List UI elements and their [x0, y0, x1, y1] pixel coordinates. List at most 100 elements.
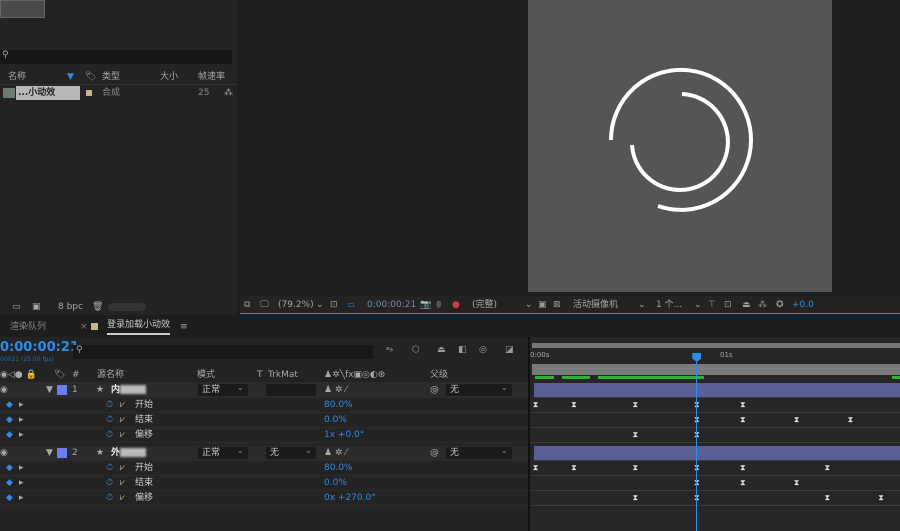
- tab-composition[interactable]: 登录加载小动效: [107, 318, 171, 335]
- comp-canvas[interactable]: [528, 0, 832, 292]
- col-parent[interactable]: 父级: [430, 368, 448, 383]
- region-icon[interactable]: ⊡: [330, 296, 338, 314]
- keyframe-icon[interactable]: ⧗: [532, 401, 539, 409]
- panel-menu-icon[interactable]: ≡: [180, 318, 188, 336]
- stopwatch-icon[interactable]: ⏱: [106, 413, 113, 428]
- expand-triangle-icon[interactable]: ▸: [19, 428, 24, 443]
- work-area-bar[interactable]: [532, 364, 900, 375]
- keyframe-icon[interactable]: ⧗: [739, 464, 746, 472]
- project-item[interactable]: ...小动效 合成 25 ⁂: [0, 86, 237, 100]
- graph-icon[interactable]: ⩗: [120, 461, 125, 476]
- stopwatch-icon[interactable]: ⏱: [106, 398, 113, 413]
- monitor-icon[interactable]: 🖵: [260, 296, 269, 314]
- chevron-down-icon[interactable]: ⌄: [638, 296, 646, 314]
- layer-duration-bar[interactable]: [534, 446, 900, 461]
- mask-toggle-icon[interactable]: ⏢: [348, 296, 355, 314]
- property-value[interactable]: 0x +270.0°: [324, 491, 376, 506]
- graph-icon[interactable]: ⩗: [120, 476, 125, 491]
- trkmat-dropdown[interactable]: 无: [266, 445, 316, 459]
- property-row[interactable]: ◆ ▸ ⏱ ⩗ 开始 80.0%: [0, 461, 528, 476]
- motion-blur-icon[interactable]: ◎: [479, 345, 487, 355]
- timeline-timecode[interactable]: 0:00:00:21: [0, 340, 79, 355]
- visibility-icon[interactable]: ◉: [0, 383, 8, 397]
- keyframe-icon[interactable]: ⧗: [570, 401, 577, 409]
- layer-search-input[interactable]: ⚲: [73, 345, 373, 359]
- keyframe-icon[interactable]: ⧗: [739, 479, 746, 487]
- label-color-swatch[interactable]: [57, 385, 67, 395]
- col-fps[interactable]: 帧速率: [198, 70, 225, 85]
- keyframe-icon[interactable]: ⧗: [532, 464, 539, 472]
- visibility-icon[interactable]: ◉: [0, 446, 8, 460]
- views-dropdown[interactable]: 1 个...: [656, 296, 682, 314]
- roi-icon[interactable]: ▣: [538, 296, 547, 314]
- work-area-navigator[interactable]: [532, 343, 900, 348]
- property-value[interactable]: 80.0%: [324, 461, 353, 476]
- switches[interactable]: ♟ ✲ ⁄: [324, 383, 347, 397]
- col-name[interactable]: 名称: [8, 70, 26, 85]
- switches[interactable]: ♟ ✲ ⁄: [324, 446, 347, 460]
- col-type[interactable]: 类型: [102, 70, 120, 85]
- expand-triangle-icon[interactable]: ▸: [19, 413, 24, 428]
- keyframe-icon[interactable]: ⧗: [847, 416, 854, 424]
- expand-triangle-icon[interactable]: ▸: [19, 491, 24, 506]
- mode-dropdown[interactable]: 正常: [198, 382, 248, 396]
- chevron-down-icon[interactable]: ⌄: [316, 296, 324, 314]
- keyframe-nav-icon[interactable]: ◆: [6, 476, 13, 491]
- keyframe-icon[interactable]: ⧗: [824, 464, 831, 472]
- graph-icon[interactable]: ⩗: [120, 491, 125, 506]
- layer-row[interactable]: ◉ ▼ 1 ★ 内 正常 ♟ ✲ ⁄ @ 无: [0, 382, 528, 398]
- property-row[interactable]: ◆ ▸ ⏱ ⩗ 偏移 1x +0.0°: [0, 428, 528, 443]
- comp-flowchart-icon[interactable]: ⥱: [386, 345, 393, 355]
- keyframe-icon[interactable]: ⧗: [632, 401, 639, 409]
- toggle-pixel-icon[interactable]: ⊤: [708, 296, 716, 314]
- chevron-down-icon[interactable]: ⌄: [694, 296, 702, 314]
- fast-preview-icon[interactable]: ⊡: [724, 296, 732, 314]
- stopwatch-icon[interactable]: ⏱: [106, 428, 113, 443]
- keyframe-icon[interactable]: ⧗: [632, 464, 639, 472]
- keyframe-icon[interactable]: ⧗: [632, 494, 639, 502]
- always-preview-icon[interactable]: ⧉: [244, 296, 250, 314]
- keyframe-nav-icon[interactable]: ◆: [6, 398, 13, 413]
- keyframe-nav-icon[interactable]: ◆: [6, 413, 13, 428]
- exposure-value[interactable]: +0.0: [792, 296, 814, 314]
- zoom-dropdown[interactable]: (79.2%): [278, 296, 314, 314]
- graph-icon[interactable]: ⩗: [120, 428, 125, 443]
- col-size[interactable]: 大小: [160, 70, 178, 85]
- trash-icon[interactable]: 🗑: [92, 300, 103, 314]
- property-value[interactable]: 1x +0.0°: [324, 428, 364, 443]
- viewer-timecode[interactable]: 0:00:00:21: [367, 296, 416, 314]
- keyframe-icon[interactable]: ⧗: [570, 464, 577, 472]
- expand-triangle-icon[interactable]: ▸: [19, 461, 24, 476]
- new-folder-icon[interactable]: ▭: [12, 300, 21, 314]
- expand-triangle-icon[interactable]: ▸: [19, 476, 24, 491]
- keyframe-icon[interactable]: ⧗: [739, 416, 746, 424]
- chevron-down-icon[interactable]: ⌄: [525, 296, 533, 314]
- property-row[interactable]: ◆ ▸ ⏱ ⩗ 偏移 0x +270.0°: [0, 491, 528, 506]
- keyframe-icon[interactable]: ⧗: [878, 494, 885, 502]
- layer-row[interactable]: ◉ ▼ 2 ★ 外 正常 无 ♟ ✲ ⁄ @ 无: [0, 445, 528, 461]
- property-value[interactable]: 0.0%: [324, 476, 347, 491]
- playhead-handle[interactable]: [692, 353, 702, 362]
- property-row[interactable]: ◆ ▸ ⏱ ⩗ 结束 0.0%: [0, 413, 528, 428]
- project-scrollbar[interactable]: [108, 303, 146, 311]
- draft-3d-icon[interactable]: ⬡: [412, 345, 420, 355]
- keyframe-nav-icon[interactable]: ◆: [6, 491, 13, 506]
- project-search-input[interactable]: ⚲: [0, 50, 232, 64]
- col-mode[interactable]: 模式: [197, 368, 215, 383]
- layer-name[interactable]: 内: [111, 383, 147, 397]
- stopwatch-icon[interactable]: ⏱: [106, 461, 113, 476]
- graph-icon[interactable]: ⩗: [120, 413, 125, 428]
- shy-layers-icon[interactable]: ⏏: [437, 345, 446, 355]
- playhead[interactable]: [692, 353, 702, 531]
- new-comp-icon[interactable]: ▣: [32, 300, 41, 314]
- exposure-icon[interactable]: ✪: [776, 296, 784, 314]
- graph-editor-icon[interactable]: ◪: [505, 345, 514, 355]
- col-trkmat[interactable]: TrkMat: [268, 368, 298, 383]
- color-channels-icon[interactable]: ●: [452, 296, 460, 314]
- trkmat-dropdown[interactable]: [266, 384, 316, 396]
- label-color-swatch[interactable]: [57, 448, 67, 458]
- pickwhip-icon[interactable]: @: [430, 383, 439, 397]
- tab-render-queue[interactable]: 渲染队列: [10, 318, 46, 336]
- expand-triangle-icon[interactable]: ▼: [46, 446, 53, 460]
- stopwatch-icon[interactable]: ⏱: [106, 491, 113, 506]
